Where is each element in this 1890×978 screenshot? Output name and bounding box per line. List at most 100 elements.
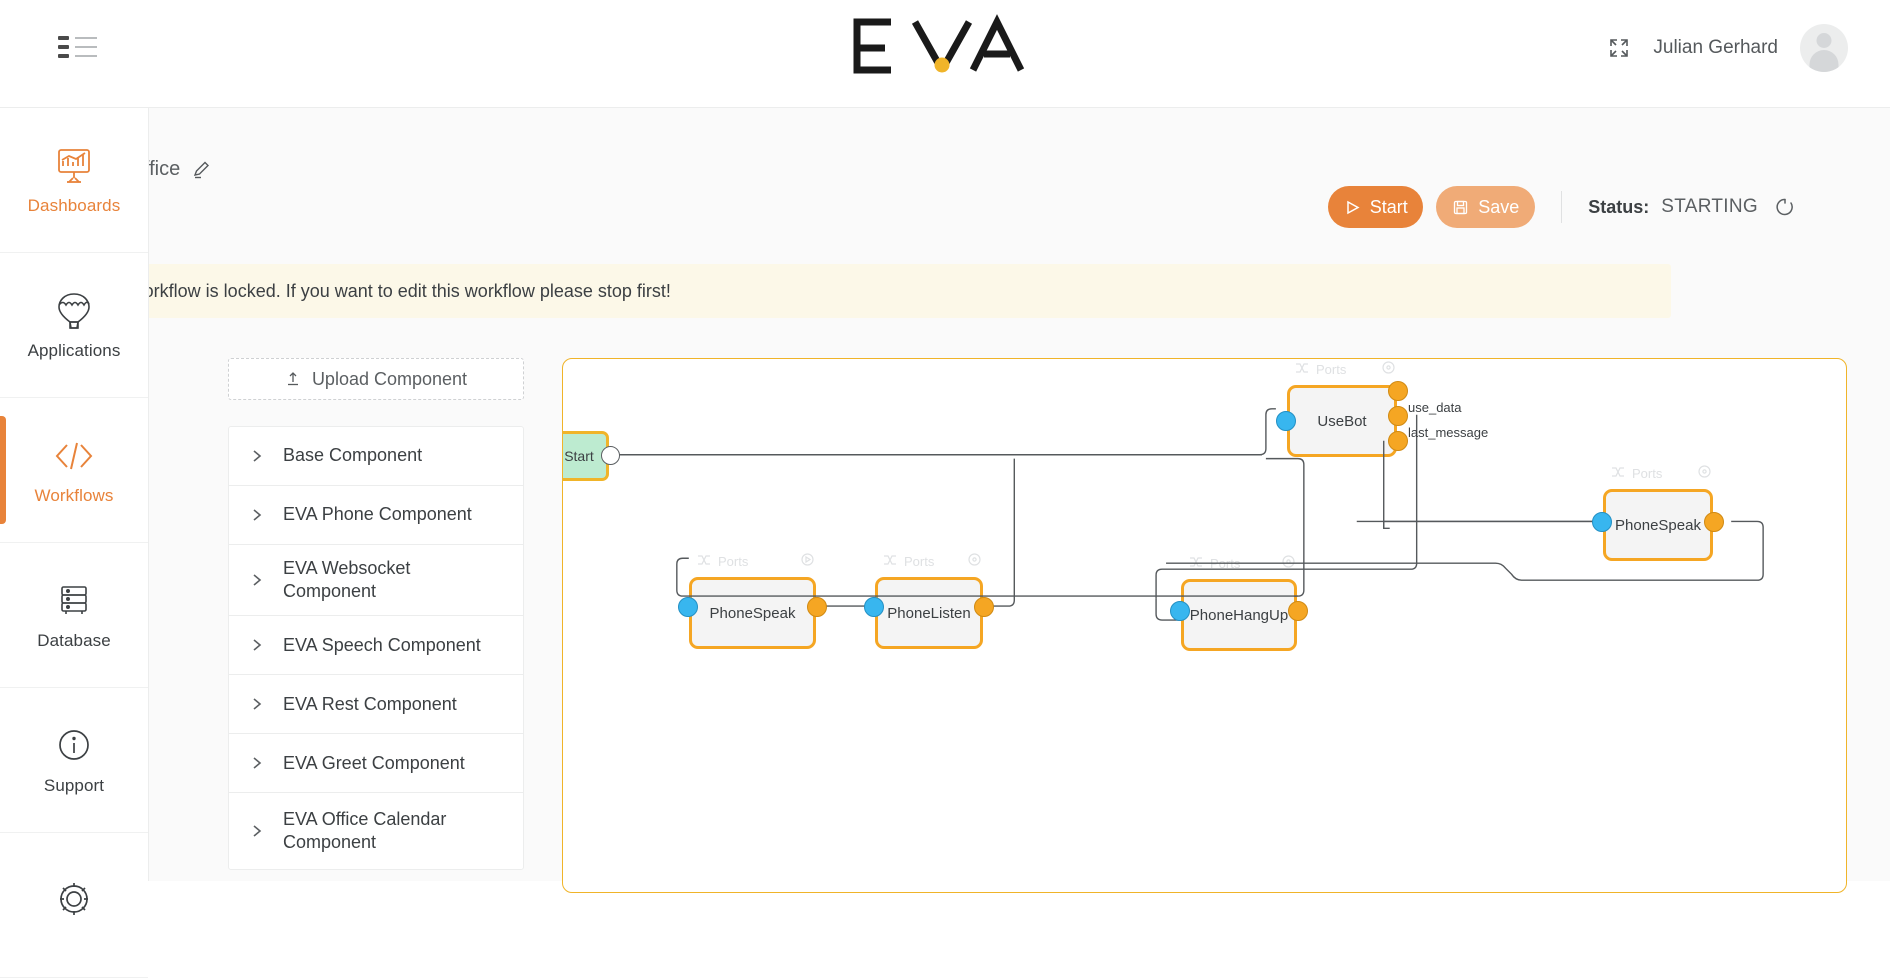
sidebar-item-database[interactable]: Database xyxy=(0,543,148,688)
node-phonehangup[interactable]: Ports PhoneHangUp xyxy=(1170,555,1308,651)
node-input-port[interactable] xyxy=(864,597,884,617)
chevron-right-icon xyxy=(251,449,263,463)
list-menu-icon[interactable] xyxy=(58,36,98,70)
chevron-right-icon xyxy=(251,573,263,587)
sidebar-item-support[interactable]: Support xyxy=(0,688,148,833)
node-input-port[interactable] xyxy=(678,597,698,617)
list-item-label: EVA Greet Component xyxy=(283,752,465,773)
ports-header-label: Ports xyxy=(1316,361,1347,377)
list-item[interactable]: EVA Websocket Component xyxy=(229,545,523,617)
chevron-right-icon xyxy=(251,756,263,770)
loading-spinner-icon xyxy=(1775,197,1795,217)
upload-component-label: Upload Component xyxy=(311,368,468,389)
node-output-port[interactable] xyxy=(1388,431,1408,451)
node-output-port[interactable] xyxy=(1288,601,1308,621)
settings-circle-icon[interactable] xyxy=(801,553,814,569)
top-bar: Julian Gerhard xyxy=(0,0,1890,108)
shuffle-ports-icon xyxy=(697,554,711,569)
user-avatar-icon[interactable] xyxy=(1800,24,1848,72)
list-item[interactable]: EVA Phone Component xyxy=(229,486,523,545)
sidebar-item-applications[interactable]: Applications xyxy=(0,253,148,398)
settings-circle-icon[interactable] xyxy=(1382,361,1395,377)
node-body[interactable]: UseBot xyxy=(1287,385,1397,457)
workflow-canvas[interactable]: Start Ports UseBot use_data last_message… xyxy=(562,358,1847,893)
start-button-label: Start xyxy=(1369,196,1408,217)
list-item[interactable]: EVA Speech Component xyxy=(229,616,523,676)
node-start[interactable]: Start xyxy=(563,431,620,481)
chevron-right-icon xyxy=(251,508,263,522)
ports-header: Ports xyxy=(1189,555,1295,571)
fullscreen-expand-icon[interactable] xyxy=(1607,36,1631,60)
monitor-chart-icon xyxy=(51,144,97,188)
list-item-label: EVA Phone Component xyxy=(283,504,472,525)
node-usebot[interactable]: Ports UseBot xyxy=(1276,361,1408,457)
eva-logo[interactable] xyxy=(845,12,1045,80)
shuffle-ports-icon xyxy=(1189,556,1203,571)
node-input-port[interactable] xyxy=(1170,601,1190,621)
sidebar-item-workflows[interactable]: Workflows xyxy=(0,398,148,543)
list-item-label: Base Component xyxy=(283,445,423,466)
node-body[interactable]: PhoneHangUp xyxy=(1181,579,1297,651)
pencil-edit-icon[interactable] xyxy=(192,160,211,179)
save-button-label: Save xyxy=(1478,196,1520,217)
save-button[interactable]: Save xyxy=(1436,186,1536,228)
upload-component-button[interactable]: Upload Component xyxy=(228,358,524,400)
node-output-port[interactable] xyxy=(974,597,994,617)
status-badge: STARTING xyxy=(1661,196,1758,217)
chevron-right-icon xyxy=(251,638,263,652)
ports-header: Ports xyxy=(883,553,981,569)
locked-warning-banner: Workflow is locked. If you want to edit … xyxy=(75,264,1671,318)
node-phonelisten[interactable]: Ports PhoneListen xyxy=(864,553,994,649)
sidebar-item-label: Dashboards xyxy=(27,196,121,215)
node-phonespeak-2[interactable]: Ports PhoneSpeak xyxy=(1592,465,1724,561)
list-item[interactable]: Base Component xyxy=(229,427,523,486)
list-item[interactable]: EVA Rest Component xyxy=(229,675,523,735)
node-input-port[interactable] xyxy=(1276,411,1296,431)
node-body[interactable]: PhoneSpeak xyxy=(689,577,816,649)
status-label: Status: xyxy=(1588,196,1650,217)
play-triangle-icon xyxy=(1344,199,1361,216)
node-output-port[interactable] xyxy=(1388,381,1408,401)
sidebar-item-settings[interactable] xyxy=(0,833,148,978)
node-output-port[interactable] xyxy=(601,446,620,465)
settings-circle-icon[interactable] xyxy=(1282,555,1295,571)
list-item[interactable]: EVA Greet Component xyxy=(229,734,523,794)
sidebar-item-label: Support xyxy=(43,776,105,795)
settings-circle-icon[interactable] xyxy=(968,553,981,569)
upload-arrow-icon xyxy=(285,371,301,387)
start-button[interactable]: Start xyxy=(1328,186,1424,228)
list-item-label: EVA Office Calendar Component xyxy=(283,809,447,853)
database-stack-icon xyxy=(51,579,97,623)
node-output-port[interactable] xyxy=(807,597,827,617)
user-area: Julian Gerhard xyxy=(1607,24,1848,72)
node-input-port[interactable] xyxy=(1592,512,1612,532)
list-item[interactable]: EVA Office Calendar Component xyxy=(229,793,523,869)
code-brackets-icon xyxy=(51,434,97,478)
ports-header-label: Ports xyxy=(718,553,749,569)
list-item-label: EVA Speech Component xyxy=(283,634,481,655)
sidebar-item-dashboards[interactable]: Dashboards xyxy=(0,108,148,253)
banner-text: Workflow is locked. If you want to edit … xyxy=(127,280,671,301)
ports-header-label: Ports xyxy=(1210,555,1241,571)
node-title: Start xyxy=(564,448,594,464)
gear-icon xyxy=(51,879,97,923)
sidebar-item-label: Database xyxy=(37,631,111,650)
toolbar-divider xyxy=(1561,191,1563,223)
sidebar-item-label: Workflows xyxy=(34,486,114,505)
chevron-right-icon xyxy=(251,697,263,711)
node-phonespeak-1[interactable]: Ports PhoneSpeak xyxy=(678,553,827,649)
node-output-port[interactable] xyxy=(1704,512,1724,532)
settings-circle-icon[interactable] xyxy=(1698,465,1711,481)
node-output-port[interactable] xyxy=(1388,406,1408,426)
ports-header-label: Ports xyxy=(1632,465,1663,481)
hot-air-balloon-icon xyxy=(51,289,97,333)
node-body[interactable]: PhoneListen xyxy=(875,577,983,649)
component-list: Base Component EVA Phone Component EVA W… xyxy=(228,426,524,871)
list-item-label: EVA Rest Component xyxy=(283,693,457,714)
left-sidebar: Dashboards Applications Workflows Databa… xyxy=(0,108,149,978)
list-item-label: EVA Websocket Component xyxy=(283,558,411,602)
port-label-use-data: use_data xyxy=(1408,400,1462,415)
node-title: PhoneSpeak xyxy=(709,604,796,622)
shuffle-ports-icon xyxy=(1611,466,1625,481)
node-body[interactable]: PhoneSpeak xyxy=(1603,489,1713,561)
